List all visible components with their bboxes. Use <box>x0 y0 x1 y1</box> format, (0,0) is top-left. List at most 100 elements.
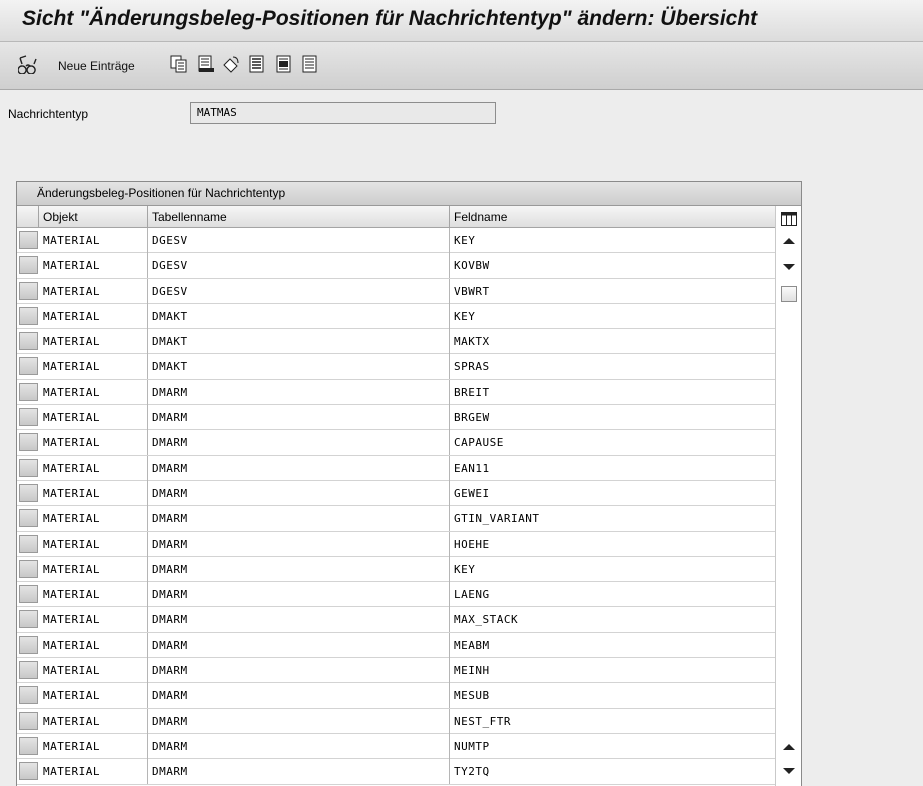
row-selector[interactable] <box>19 736 38 755</box>
cell-feldname[interactable]: MEABM <box>450 633 775 658</box>
select-all-icon[interactable] <box>247 54 267 74</box>
cell-feldname[interactable]: EAN11 <box>450 456 775 481</box>
cell-tabellenname[interactable]: DMARM <box>148 632 450 658</box>
table-row[interactable]: MATERIAL DMARM TY2TQ <box>17 759 775 785</box>
table-row[interactable]: MATERIAL DMARM EAN11 <box>17 455 775 481</box>
row-selector[interactable] <box>19 332 38 351</box>
cell-feldname[interactable]: GEWEI <box>450 481 775 506</box>
table-row[interactable]: MATERIAL DMAKT MAKTX <box>17 329 775 355</box>
cell-objekt[interactable]: MATERIAL <box>39 430 148 456</box>
cell-objekt[interactable]: MATERIAL <box>39 405 148 431</box>
cell-feldname[interactable]: MEINH <box>450 658 775 683</box>
cell-tabellenname[interactable]: DMARM <box>148 683 450 709</box>
cell-tabellenname[interactable]: DMARM <box>148 708 450 734</box>
row-selector[interactable] <box>19 357 38 376</box>
cell-objekt[interactable]: MATERIAL <box>39 480 148 506</box>
cell-objekt[interactable]: MATERIAL <box>39 607 148 633</box>
table-row[interactable]: MATERIAL DMAKT SPRAS <box>17 354 775 380</box>
row-selector[interactable] <box>19 433 38 452</box>
table-row[interactable]: MATERIAL DMARM NEST_FTR <box>17 708 775 734</box>
glasses-icon[interactable] <box>17 54 38 75</box>
cell-feldname[interactable]: VBWRT <box>450 279 775 304</box>
cell-feldname[interactable]: LAENG <box>450 582 775 607</box>
table-row[interactable]: MATERIAL DMARM BREIT <box>17 379 775 406</box>
cell-feldname[interactable]: NEST_FTR <box>450 709 775 734</box>
row-selector[interactable] <box>19 585 38 604</box>
copy-icon[interactable] <box>169 54 189 74</box>
row-selector[interactable] <box>19 306 38 325</box>
cell-objekt[interactable]: MATERIAL <box>39 658 148 684</box>
cell-feldname[interactable]: CAPAUSE <box>450 430 775 455</box>
cell-feldname[interactable]: KEY <box>450 557 775 582</box>
cell-tabellenname[interactable]: DMARM <box>148 405 450 431</box>
row-selector[interactable] <box>19 661 38 680</box>
row-selector[interactable] <box>19 458 38 477</box>
cell-objekt[interactable]: MATERIAL <box>39 354 148 380</box>
row-selector[interactable] <box>19 711 38 730</box>
row-selector[interactable] <box>19 635 38 654</box>
row-selector[interactable] <box>19 686 38 705</box>
cell-tabellenname[interactable]: DMARM <box>148 480 450 506</box>
cell-objekt[interactable]: MATERIAL <box>39 303 148 329</box>
cell-tabellenname[interactable]: DMARM <box>148 506 450 532</box>
cell-tabellenname[interactable]: DMARM <box>148 455 450 481</box>
cell-tabellenname[interactable]: DMAKT <box>148 329 450 355</box>
table-row[interactable]: MATERIAL DGESV VBWRT <box>17 278 775 304</box>
cell-tabellenname[interactable]: DMARM <box>148 759 450 785</box>
table-row[interactable]: MATERIAL DMAKT KEY <box>17 303 775 330</box>
cell-feldname[interactable]: MAKTX <box>450 329 775 354</box>
cell-feldname[interactable]: SPRAS <box>450 354 775 379</box>
cell-objekt[interactable]: MATERIAL <box>39 683 148 709</box>
column-header-feldname[interactable]: Feldname <box>450 206 775 228</box>
cell-objekt[interactable]: MATERIAL <box>39 455 148 481</box>
scroll-up-arrow-icon[interactable] <box>783 238 795 244</box>
row-selector[interactable] <box>19 382 38 401</box>
select-block-icon[interactable] <box>274 54 294 74</box>
cell-tabellenname[interactable]: DMARM <box>148 607 450 633</box>
cell-tabellenname[interactable]: DGESV <box>148 228 450 253</box>
nachrichtentyp-field[interactable]: MATMAS <box>190 102 496 124</box>
cell-tabellenname[interactable]: DMAKT <box>148 354 450 380</box>
cell-tabellenname[interactable]: DGESV <box>148 278 450 304</box>
row-selector[interactable] <box>19 281 38 300</box>
cell-tabellenname[interactable]: DMARM <box>148 658 450 684</box>
cell-objekt[interactable]: MATERIAL <box>39 329 148 355</box>
row-selector[interactable] <box>19 534 38 553</box>
table-row[interactable]: MATERIAL DMARM MEABM <box>17 632 775 659</box>
cell-objekt[interactable]: MATERIAL <box>39 278 148 304</box>
table-row[interactable]: MATERIAL DMARM MAX_STACK <box>17 607 775 633</box>
cell-feldname[interactable]: BRGEW <box>450 405 775 430</box>
cell-objekt[interactable]: MATERIAL <box>39 733 148 759</box>
table-row[interactable]: MATERIAL DMARM CAPAUSE <box>17 430 775 456</box>
table-row[interactable]: MATERIAL DMARM KEY <box>17 556 775 583</box>
cell-feldname[interactable]: BREIT <box>450 380 775 405</box>
cell-feldname[interactable]: KOVBW <box>450 253 775 278</box>
table-row[interactable]: MATERIAL DMARM GEWEI <box>17 480 775 507</box>
cell-tabellenname[interactable]: DMARM <box>148 733 450 759</box>
scroll-thumb[interactable] <box>781 286 797 302</box>
cell-tabellenname[interactable]: DMARM <box>148 531 450 557</box>
row-selector[interactable] <box>19 256 38 275</box>
cell-feldname[interactable]: MESUB <box>450 683 775 708</box>
table-row[interactable]: MATERIAL DGESV KOVBW <box>17 253 775 279</box>
cell-tabellenname[interactable]: DGESV <box>148 253 450 279</box>
cell-objekt[interactable]: MATERIAL <box>39 228 148 253</box>
cell-objekt[interactable]: MATERIAL <box>39 506 148 532</box>
row-selector[interactable] <box>19 559 38 578</box>
cell-feldname[interactable]: MAX_STACK <box>450 607 775 632</box>
cell-feldname[interactable]: GTIN_VARIANT <box>450 506 775 531</box>
table-row[interactable]: MATERIAL DMARM MEINH <box>17 658 775 684</box>
row-selector[interactable] <box>19 509 38 528</box>
row-selector[interactable] <box>19 231 38 249</box>
new-entries-button[interactable]: Neue Einträge <box>58 59 135 73</box>
cell-objekt[interactable]: MATERIAL <box>39 253 148 279</box>
vertical-scrollbar[interactable] <box>775 206 801 786</box>
cell-tabellenname[interactable]: DMAKT <box>148 303 450 329</box>
table-row[interactable]: MATERIAL DMARM MESUB <box>17 683 775 709</box>
cell-objekt[interactable]: MATERIAL <box>39 379 148 405</box>
scroll-down-arrow-icon[interactable] <box>783 264 795 270</box>
table-row[interactable]: MATERIAL DMARM GTIN_VARIANT <box>17 506 775 532</box>
cell-objekt[interactable]: MATERIAL <box>39 759 148 785</box>
column-header-tabellenname[interactable]: Tabellenname <box>148 206 450 228</box>
cell-feldname[interactable]: HOEHE <box>450 532 775 557</box>
